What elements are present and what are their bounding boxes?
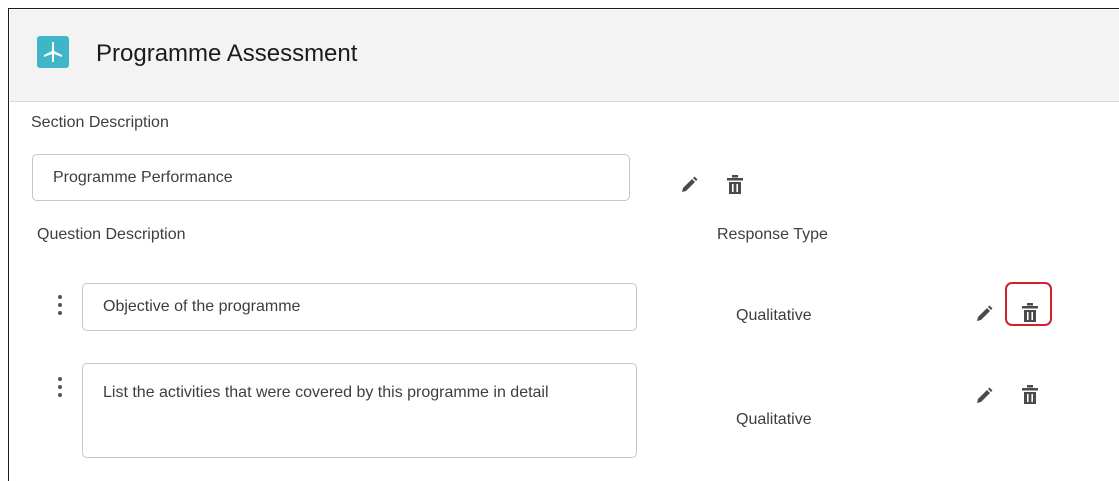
pencil-icon — [682, 176, 698, 192]
question-field[interactable]: List the activities that were covered by… — [82, 363, 637, 458]
response-type-value: Qualitative — [736, 411, 812, 428]
pencil-icon — [977, 305, 993, 321]
response-type-header: Response Type — [717, 226, 828, 243]
question-text: Objective of the programme — [103, 298, 301, 315]
question-description-header: Question Description — [37, 226, 186, 243]
trash-icon — [727, 175, 743, 194]
section-description-field[interactable]: Programme Performance — [32, 154, 630, 201]
response-type-value: Qualitative — [736, 307, 812, 324]
edit-question-button[interactable] — [972, 384, 996, 408]
pencil-icon — [977, 387, 993, 403]
question-field[interactable]: Objective of the programme — [82, 283, 637, 331]
drag-handle-icon[interactable] — [55, 295, 65, 319]
delete-question-button[interactable] — [1018, 383, 1042, 407]
app-icon — [37, 36, 69, 68]
section-description-label: Section Description — [31, 114, 169, 131]
highlight-annotation — [1005, 282, 1052, 326]
trash-icon — [1022, 385, 1038, 404]
edit-question-button[interactable] — [972, 302, 996, 326]
page-title: Programme Assessment — [96, 40, 358, 67]
edit-section-button[interactable] — [677, 173, 701, 197]
question-text: List the activities that were covered by… — [103, 384, 549, 401]
drag-handle-icon[interactable] — [55, 377, 65, 401]
section-description-value: Programme Performance — [53, 168, 233, 186]
delete-section-button[interactable] — [723, 173, 747, 197]
page-header: Programme Assessment — [10, 10, 1119, 102]
